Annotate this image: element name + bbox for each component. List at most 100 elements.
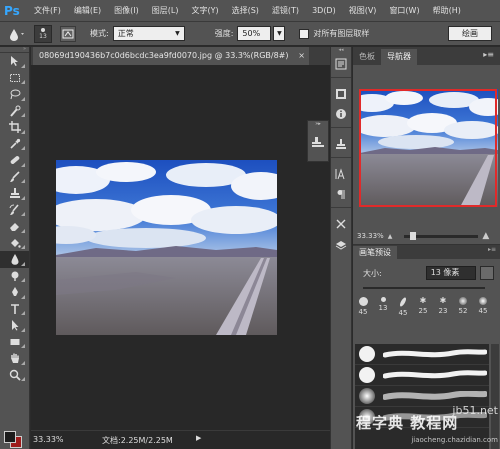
panel-grip[interactable]: ◂◂ xyxy=(331,47,351,53)
status-menu-arrow[interactable]: ▶ xyxy=(196,434,201,442)
blur-tool[interactable] xyxy=(0,251,29,268)
brush-size-picker[interactable]: 13 xyxy=(34,24,52,43)
brush-preset[interactable]: 45 xyxy=(353,297,373,317)
size-field[interactable]: 13 像素 xyxy=(425,266,476,280)
layers-panel-button[interactable] xyxy=(331,235,351,253)
menu-file[interactable]: 文件(F) xyxy=(34,5,61,16)
hand-tool[interactable] xyxy=(0,350,29,367)
panel-menu-icon[interactable]: ▸≡ xyxy=(483,50,494,59)
brush-stroke-preview xyxy=(383,391,487,400)
quick-select-tool[interactable] xyxy=(0,103,29,120)
mode-select[interactable]: 正常 ▼ xyxy=(112,26,185,41)
move-tool[interactable] xyxy=(0,53,29,70)
sample-all-layers-checkbox[interactable] xyxy=(299,28,310,39)
zoom-tool[interactable] xyxy=(0,367,29,384)
eyedropper-tool[interactable] xyxy=(0,136,29,153)
tab-navigator[interactable]: 导航器 xyxy=(381,49,417,65)
brush-size-slider[interactable] xyxy=(363,287,485,289)
navigator-zoom-slider[interactable] xyxy=(404,231,479,240)
menu-3d[interactable]: 3D(D) xyxy=(312,6,336,15)
history-brush-tool[interactable] xyxy=(0,202,29,219)
watermark-site: jb51.net xyxy=(452,404,498,417)
reset-size-button[interactable] xyxy=(479,266,494,280)
workspace-select[interactable]: 绘画 xyxy=(448,26,492,41)
watermark: jb51.net 程字典 教程网 jiaocheng.chazidian.com xyxy=(356,404,500,449)
brush-preset[interactable]: 45 xyxy=(393,296,413,317)
panel-menu-icon[interactable]: ▸≡ xyxy=(488,246,496,253)
tools-options-button[interactable] xyxy=(331,215,351,233)
brush-preset[interactable]: ✱ 23 xyxy=(433,297,453,317)
layers-icon xyxy=(335,241,347,250)
path-select-tool[interactable] xyxy=(0,317,29,334)
brush-preset[interactable]: 52 xyxy=(453,297,473,317)
character-panel-button[interactable] xyxy=(331,165,351,183)
type-icon xyxy=(10,303,19,314)
color-swatches[interactable] xyxy=(4,431,26,448)
crop-tool[interactable] xyxy=(0,119,29,136)
list-item[interactable] xyxy=(355,365,489,386)
document-tab[interactable]: 08069d190436b7c0d6bcdc3ea9fd0070.jpg @ 3… xyxy=(33,47,309,65)
menu-type[interactable]: 文字(Y) xyxy=(191,5,218,16)
info-panel-button[interactable] xyxy=(331,105,351,123)
type-tool[interactable] xyxy=(0,301,29,318)
healing-brush-tool[interactable] xyxy=(0,152,29,169)
menu-select[interactable]: 选择(S) xyxy=(232,5,259,16)
menu-image[interactable]: 图像(I) xyxy=(114,5,139,16)
status-zoom[interactable]: 33.33% xyxy=(33,435,64,444)
navigator-zoom-row: 33.33% ▲ ▲ xyxy=(353,229,500,243)
zoom-out-icon[interactable]: ▲ xyxy=(388,233,393,240)
brush-tool[interactable] xyxy=(0,169,29,186)
navigator-thumbnail[interactable] xyxy=(359,89,498,207)
menu-view[interactable]: 视图(V) xyxy=(349,5,377,16)
canvas-area[interactable] xyxy=(31,65,330,449)
menu-edit[interactable]: 编辑(E) xyxy=(74,5,101,16)
menu-filter[interactable]: 滤镜(T) xyxy=(272,5,299,16)
lasso-tool[interactable] xyxy=(0,86,29,103)
clone-source-button[interactable] xyxy=(308,136,328,151)
panel-grip[interactable]: »▸ xyxy=(308,121,328,128)
path-select-icon xyxy=(11,320,18,331)
rectangle-tool[interactable] xyxy=(0,334,29,351)
eraser-tool[interactable] xyxy=(0,218,29,235)
tool-preset-picker[interactable] xyxy=(4,25,30,43)
tool-presets-button[interactable] xyxy=(331,135,351,153)
menu-help[interactable]: 帮助(H) xyxy=(433,5,461,16)
stamp-icon xyxy=(336,139,346,149)
mode-value: 正常 xyxy=(117,29,134,38)
blur-icon xyxy=(11,254,18,266)
menu-layer[interactable]: 图层(L) xyxy=(152,5,179,16)
tab-brush-presets[interactable]: 画笔预设 xyxy=(353,246,397,259)
blur-tool-icon xyxy=(10,28,24,41)
strength-slider-toggle[interactable]: ▼ xyxy=(273,26,286,41)
history-panel-button[interactable] xyxy=(331,55,351,73)
pen-tool[interactable] xyxy=(0,284,29,301)
close-icon[interactable]: × xyxy=(298,47,305,65)
brush-preset[interactable]: 45 xyxy=(473,297,493,317)
sample-all-layers-label: 对所有图层取样 xyxy=(313,29,370,38)
info-icon xyxy=(336,109,346,119)
zoom-in-icon[interactable]: ▲ xyxy=(482,231,489,241)
brush-preset[interactable]: 13 xyxy=(373,297,393,317)
marquee-tool[interactable] xyxy=(0,70,29,87)
slider-handle[interactable] xyxy=(410,231,417,240)
adjustments-panel-button[interactable] xyxy=(331,85,351,103)
marquee-icon xyxy=(9,73,20,82)
document-image[interactable] xyxy=(56,160,277,335)
list-item[interactable] xyxy=(355,344,489,365)
menu-window[interactable]: 窗口(W) xyxy=(389,5,419,16)
paragraph-panel-button[interactable] xyxy=(331,185,351,203)
paragraph-icon xyxy=(337,190,345,199)
navigator-view-box[interactable] xyxy=(359,89,497,207)
paint-bucket-tool[interactable] xyxy=(0,235,29,252)
navigator-zoom-value[interactable]: 33.33% xyxy=(357,232,384,240)
pen-icon xyxy=(11,287,18,297)
document-tab-bar: 08069d190436b7c0d6bcdc3ea9fd0070.jpg @ 3… xyxy=(31,47,330,65)
brush-preset[interactable]: ✱ 25 xyxy=(413,297,433,317)
brush-panel-toggle[interactable] xyxy=(60,25,76,42)
foreground-color-swatch[interactable] xyxy=(4,431,16,443)
dodge-tool[interactable] xyxy=(0,268,29,285)
strength-field[interactable]: 50% xyxy=(237,26,272,41)
size-label: 大小: xyxy=(363,268,382,278)
clone-stamp-tool[interactable] xyxy=(0,185,29,202)
tab-swatches[interactable]: 色板 xyxy=(353,49,381,65)
